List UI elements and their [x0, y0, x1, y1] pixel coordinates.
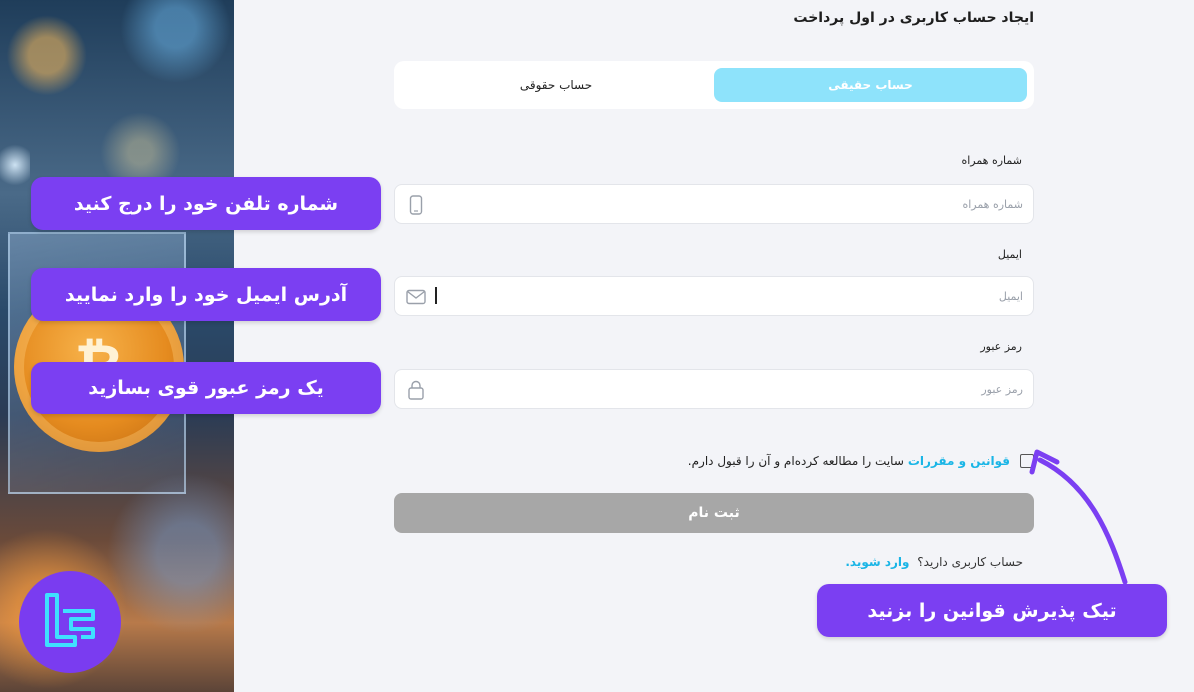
- curved-arrow-icon: [1029, 449, 1128, 585]
- lock-icon: [405, 379, 427, 401]
- email-input[interactable]: [431, 277, 1023, 315]
- callout-terms: تیک پذیرش قوانین را بزنید: [817, 584, 1167, 637]
- text-cursor: [435, 287, 437, 304]
- callout-email: آدرس ایمیل خود را وارد نمایید: [31, 268, 381, 321]
- page-title: ایجاد حساب کاربری در اول پرداخت: [793, 10, 1034, 26]
- password-input[interactable]: [431, 370, 1023, 408]
- password-label: رمز عبور: [980, 340, 1022, 353]
- register-button[interactable]: ثبت نام: [394, 493, 1034, 533]
- phone-field-box: [394, 184, 1034, 224]
- login-link[interactable]: وارد شوید.: [845, 555, 909, 569]
- login-question: حساب کاربری دارید؟: [917, 555, 1023, 569]
- tab-natural-account[interactable]: حساب حقیقی: [714, 68, 1027, 102]
- phone-input[interactable]: [431, 185, 1023, 223]
- terms-text: سایت را مطالعه کرده‌ام و آن را قبول دارم…: [687, 454, 904, 468]
- callout-password: یک رمز عبور قوی بسازید: [31, 362, 381, 414]
- terms-link[interactable]: قوانین و مقررات: [908, 454, 1010, 468]
- tab-legal-account[interactable]: حساب حقوقی: [400, 68, 712, 102]
- mobile-phone-icon: [405, 194, 427, 216]
- callout-phone: شماره تلفن خود را درج کنید: [31, 177, 381, 230]
- phone-label: شماره همراه: [961, 154, 1022, 167]
- email-field-box: [394, 276, 1034, 316]
- brand-logo-icon: [19, 571, 121, 673]
- terms-row: قوانین و مقررات سایت را مطالعه کرده‌ام و…: [688, 451, 1034, 471]
- envelope-icon: [405, 286, 427, 308]
- email-label: ایمیل: [997, 248, 1022, 261]
- login-row: حساب کاربری دارید؟ وارد شوید.: [845, 555, 1023, 569]
- account-type-tabs: حساب حقوقی حساب حقیقی: [394, 61, 1034, 109]
- light-glare: [0, 140, 30, 190]
- password-field-box: [394, 369, 1034, 409]
